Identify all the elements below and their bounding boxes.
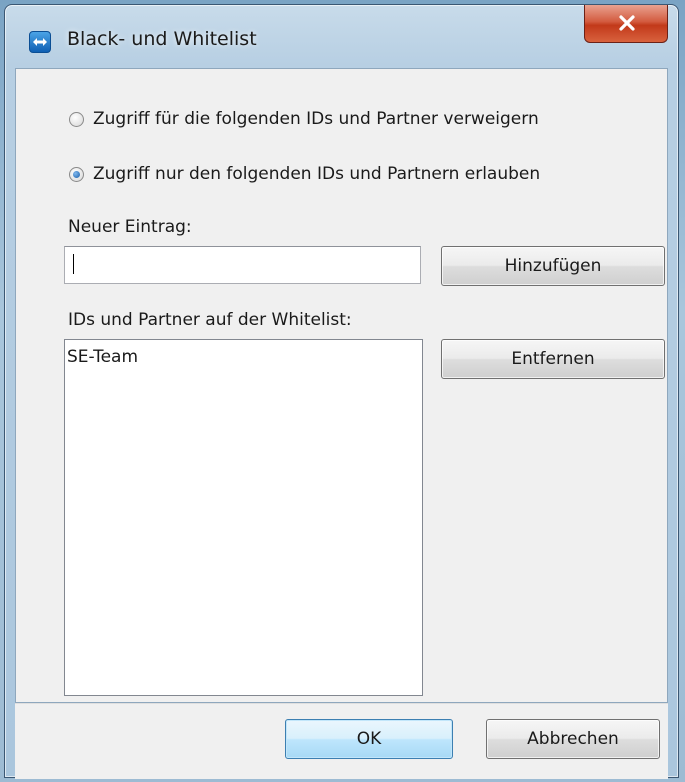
new-entry-input[interactable]	[64, 246, 421, 284]
ok-button[interactable]: OK	[285, 719, 453, 759]
allow-radio[interactable]	[69, 166, 84, 182]
close-button[interactable]	[584, 5, 668, 43]
dialog-footer: OK Abbrechen	[15, 703, 668, 779]
text-caret	[73, 254, 74, 274]
whitelist-listbox[interactable]: SE-Team	[64, 339, 423, 696]
dialog-content: Zugriff für die folgenden IDs und Partne…	[15, 68, 668, 703]
allow-option-label: Zugriff nur den folgenden IDs und Partne…	[93, 164, 541, 184]
deny-radio[interactable]	[69, 111, 84, 127]
close-icon	[619, 15, 635, 31]
teamviewer-icon	[29, 31, 51, 53]
allow-option[interactable]: Zugriff nur den folgenden IDs und Partne…	[69, 164, 540, 184]
deny-option-label: Zugriff für die folgenden IDs und Partne…	[93, 109, 539, 129]
whitelist-label: IDs und Partner auf der Whitelist:	[68, 310, 352, 330]
window-title: Black- und Whitelist	[67, 28, 257, 50]
add-button[interactable]: Hinzufügen	[441, 246, 665, 286]
new-entry-label: Neuer Eintrag:	[68, 217, 192, 237]
deny-option[interactable]: Zugriff für die folgenden IDs und Partne…	[69, 109, 539, 129]
list-item[interactable]: SE-Team	[67, 345, 420, 369]
remove-button[interactable]: Entfernen	[441, 339, 665, 379]
dialog-window: Black- und Whitelist Zugriff für die fol…	[4, 4, 679, 779]
cancel-button[interactable]: Abbrechen	[486, 719, 660, 759]
